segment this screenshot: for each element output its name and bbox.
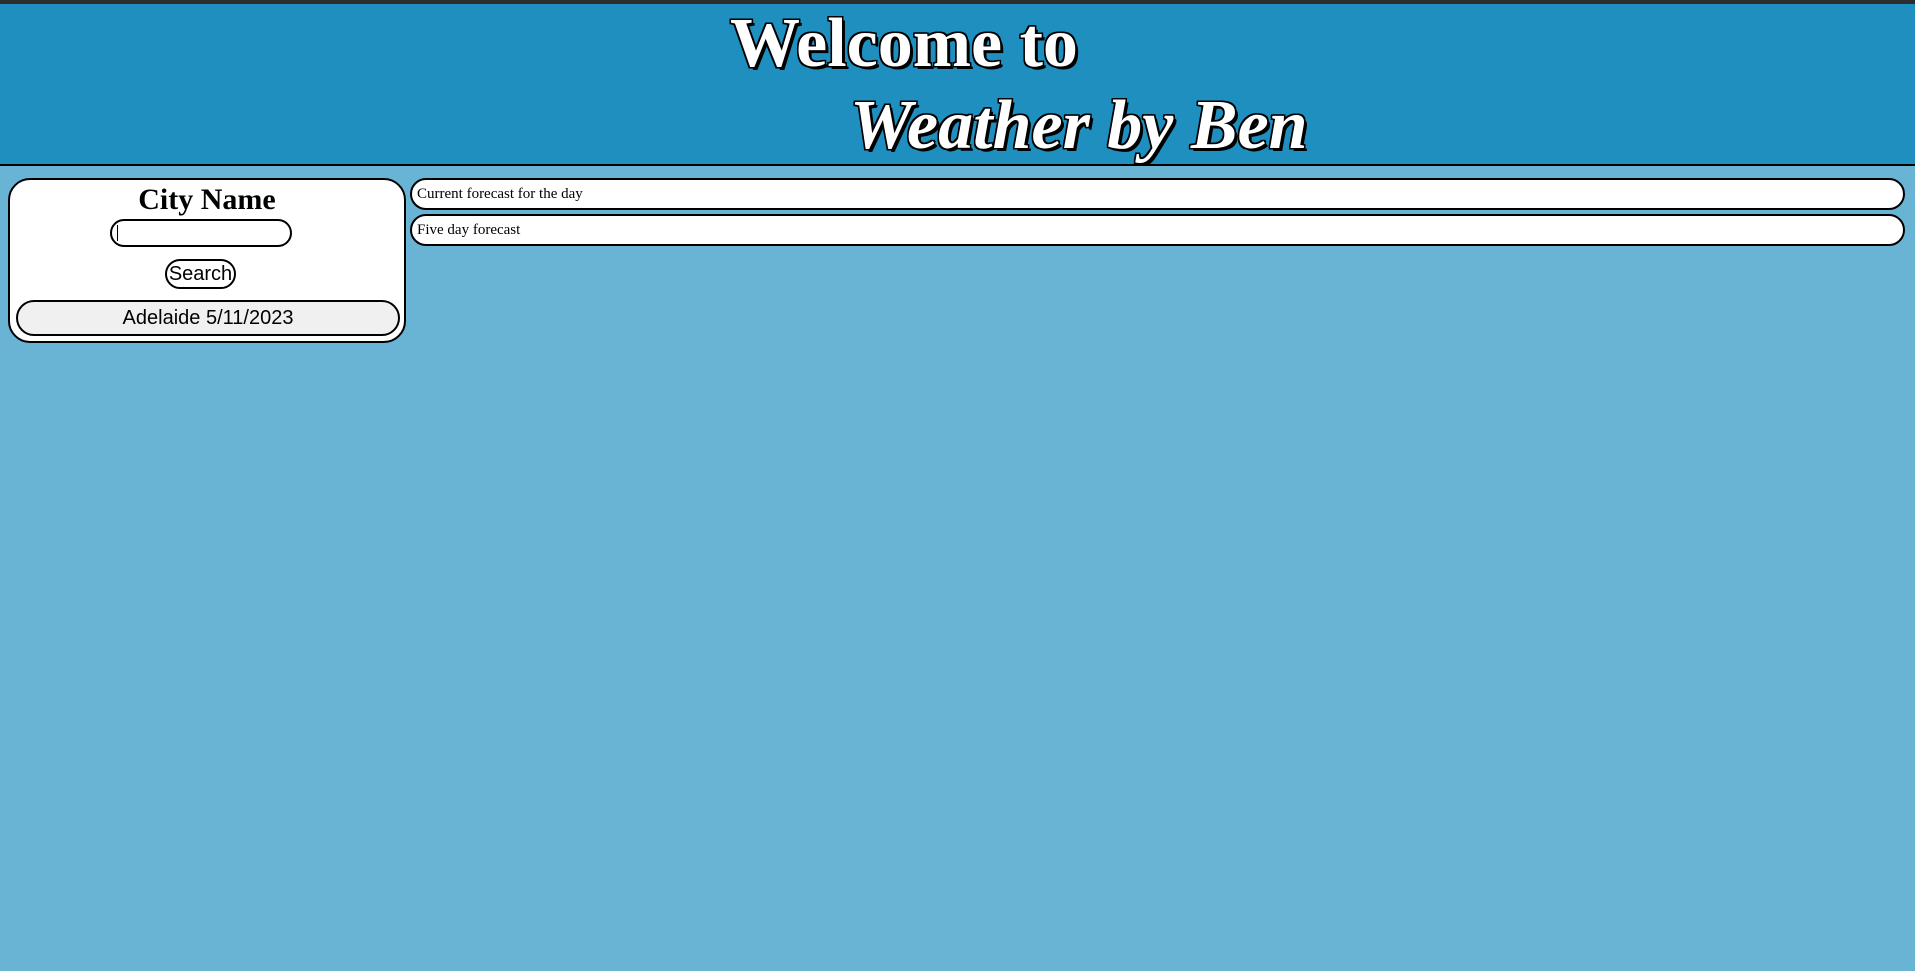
current-forecast-panel: Current forecast for the day [410, 178, 1905, 210]
brand-heading: Weather by Ben [850, 87, 1308, 164]
site-header: Welcome to Weather by Ben [0, 4, 1915, 166]
city-search-panel: City Name Search Adelaide 5/11/2023 [8, 178, 406, 343]
city-name-heading: City Name [138, 183, 276, 216]
five-day-forecast-label: Five day forecast [417, 222, 521, 238]
five-day-forecast-panel: Five day forecast [410, 214, 1905, 246]
search-button[interactable]: Search [165, 259, 236, 289]
welcome-heading: Welcome to [730, 5, 1078, 82]
city-search-input[interactable] [110, 219, 292, 247]
history-item-adelaide[interactable]: Adelaide 5/11/2023 [16, 300, 400, 336]
current-forecast-label: Current forecast for the day [417, 186, 583, 202]
text-caret [117, 225, 118, 241]
